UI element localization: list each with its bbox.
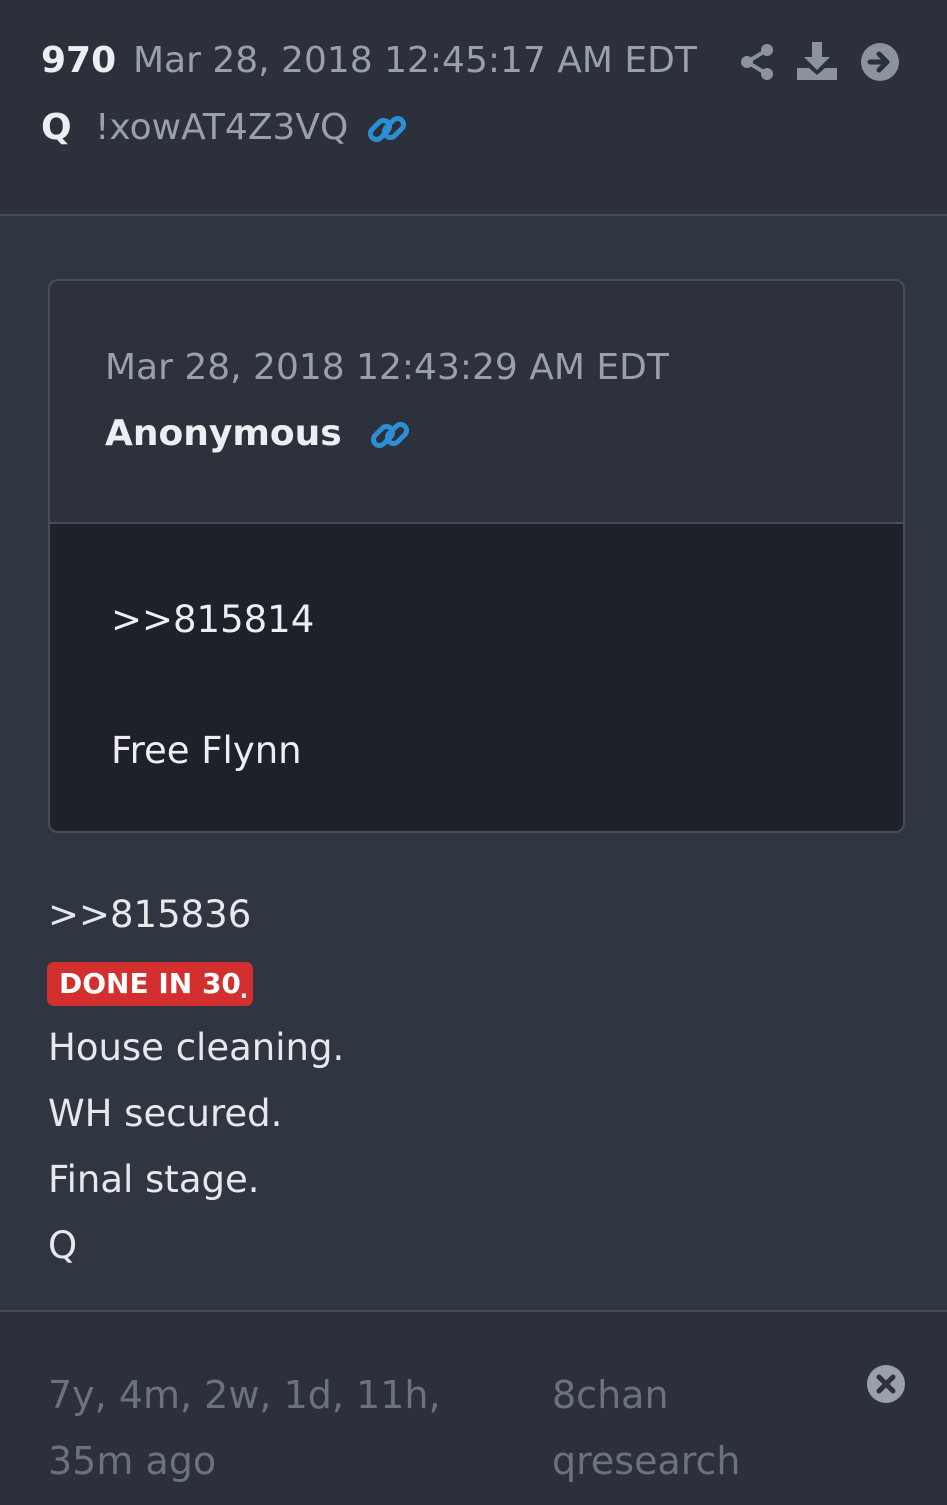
- post-line: Final stage.: [48, 1158, 260, 1201]
- quoted-post: Mar 28, 2018 12:43:29 AM EDT Anonymous >…: [48, 279, 905, 833]
- post-line: WH secured.: [48, 1092, 283, 1135]
- post-signature: Q: [48, 1224, 78, 1267]
- download-icon[interactable]: [795, 40, 839, 84]
- post-header: 970 Mar 28, 2018 12:45:17 AM EDT Q !xowA…: [0, 0, 947, 216]
- badge-suffix: .: [238, 964, 250, 1007]
- elapsed-time: 7y, 4m, 2w, 1d, 11h, 35m ago: [48, 1373, 441, 1483]
- quoted-post-reference[interactable]: >>815814: [111, 598, 314, 641]
- post-line: House cleaning.: [48, 1026, 345, 1069]
- quoted-post-text: Free Flynn: [111, 729, 302, 772]
- share-icon[interactable]: [736, 40, 780, 84]
- post-date: Mar 28, 2018 12:45:17 AM EDT: [133, 40, 697, 81]
- post-number: 970: [41, 40, 117, 81]
- post-footer: 7y, 4m, 2w, 1d, 11h, 35m ago 8chan qrese…: [0, 1310, 947, 1505]
- quoted-post-body: >>815814 Free Flynn: [50, 524, 903, 831]
- link-icon[interactable]: [368, 413, 412, 457]
- highlight-badge: DONE IN 30: [47, 962, 253, 1006]
- link-icon[interactable]: [365, 107, 409, 151]
- quoted-post-author: Anonymous: [105, 413, 342, 454]
- post-reference[interactable]: >>815836: [48, 893, 251, 936]
- arrow-right-icon[interactable]: [858, 40, 902, 84]
- post-source: 8chan qresearch: [552, 1373, 741, 1483]
- post-tripcode: !xowAT4Z3VQ: [95, 107, 349, 148]
- quoted-post-header: Mar 28, 2018 12:43:29 AM EDT Anonymous: [50, 281, 903, 524]
- post-author: Q: [41, 107, 72, 148]
- close-icon[interactable]: [866, 1364, 906, 1404]
- quoted-post-date: Mar 28, 2018 12:43:29 AM EDT: [105, 347, 669, 388]
